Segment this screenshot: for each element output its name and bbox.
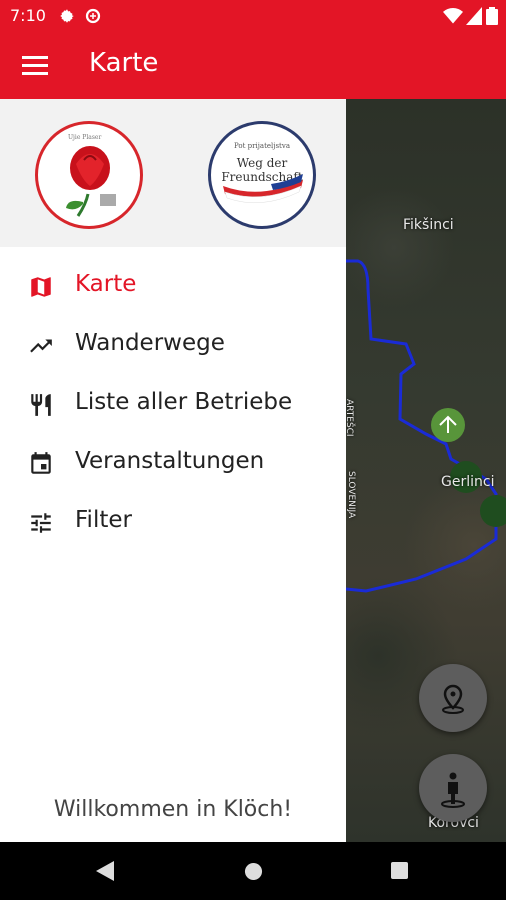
map-road-label: SLOVENIJA bbox=[346, 471, 356, 519]
drawer-item-label: Karte bbox=[75, 271, 137, 297]
drawer-item-betriebe[interactable]: Liste aller Betriebe bbox=[0, 375, 346, 434]
status-bar: 7:10 bbox=[0, 0, 506, 32]
data-saver-icon bbox=[84, 7, 102, 29]
drawer-item-label: Veranstaltungen bbox=[75, 448, 265, 474]
rose-logo-text: Ujie Plaser bbox=[68, 134, 102, 141]
gear-icon bbox=[58, 7, 76, 29]
drawer-item-filter[interactable]: Filter bbox=[0, 493, 346, 552]
drawer-item-veranstaltungen[interactable]: Veranstaltungen bbox=[0, 434, 346, 493]
calendar-icon bbox=[28, 451, 54, 477]
recents-icon[interactable] bbox=[391, 862, 408, 883]
signal-icon bbox=[466, 7, 482, 29]
navigation-drawer: Ujie Plaser Pot prijateljstva Weg der Fr… bbox=[0, 99, 346, 842]
page-title: Karte bbox=[89, 48, 159, 78]
map-view[interactable]: Fikšinci Gerlinci Korovci ARTEŠCI SLOVEN… bbox=[346, 99, 506, 842]
battery-icon bbox=[486, 7, 498, 29]
my-location-button[interactable] bbox=[419, 754, 487, 822]
system-nav-bar bbox=[0, 842, 506, 900]
fork-knife-icon bbox=[28, 392, 54, 418]
drawer-item-wanderwege[interactable]: Wanderwege bbox=[0, 316, 346, 375]
drawer-item-label: Wanderwege bbox=[75, 330, 225, 356]
location-pin-button[interactable] bbox=[419, 664, 487, 732]
map-place-label: Gerlinci bbox=[441, 474, 495, 490]
trending-icon bbox=[28, 333, 54, 359]
app-bar: Karte bbox=[0, 32, 506, 99]
back-icon[interactable] bbox=[96, 861, 116, 885]
drawer-item-label: Liste aller Betriebe bbox=[75, 389, 293, 415]
tune-icon bbox=[28, 510, 54, 536]
drawer-header: Ujie Plaser Pot prijateljstva Weg der Fr… bbox=[0, 99, 346, 247]
map-road-label: ARTEŠCI bbox=[346, 399, 354, 437]
welcome-text: Willkommen in Klöch! bbox=[53, 797, 293, 822]
drawer-item-label: Filter bbox=[75, 507, 132, 533]
wifi-icon bbox=[443, 7, 463, 29]
map-icon bbox=[28, 274, 54, 300]
person-icon bbox=[441, 772, 465, 808]
map-place-label: Fikšinci bbox=[403, 217, 454, 233]
drawer-item-karte[interactable]: Karte bbox=[0, 257, 346, 316]
friendship-trail-logo: Pot prijateljstva Weg der Freundschaft bbox=[208, 121, 316, 229]
rose-logo: Ujie Plaser bbox=[35, 121, 143, 229]
flag-ribbon-icon bbox=[223, 174, 303, 203]
status-time: 7:10 bbox=[10, 6, 46, 25]
home-icon[interactable] bbox=[244, 862, 263, 885]
hamburger-menu-icon[interactable] bbox=[22, 54, 48, 76]
location-pin-icon bbox=[442, 684, 464, 714]
